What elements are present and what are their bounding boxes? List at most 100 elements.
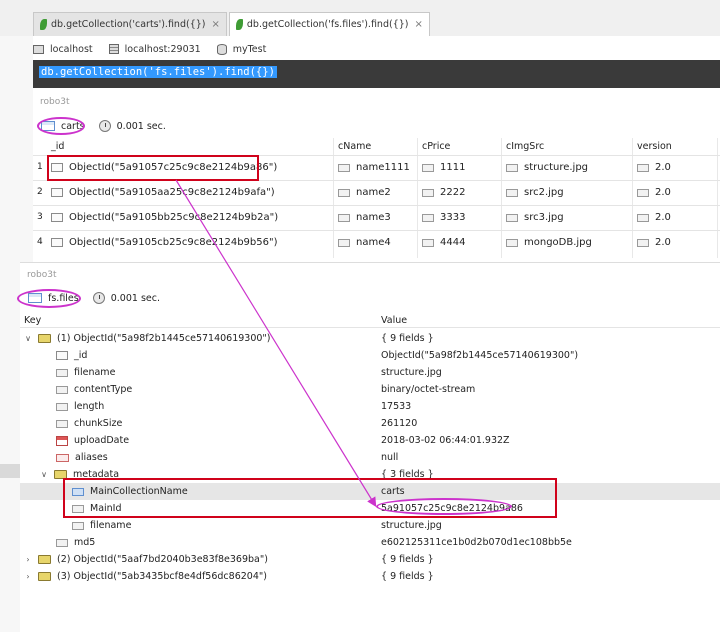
cell-cname: name2 — [338, 187, 391, 198]
cell-id: ObjectId("5a9105aa25c9c8e2124b9afa") — [51, 187, 275, 198]
tab-strip: db.getCollection('carts').find({}) × db.… — [33, 12, 432, 36]
tree-row[interactable]: _id ObjectId("5a98f2b1445ce57140619300") — [20, 347, 720, 364]
string-icon — [72, 504, 84, 513]
cell-cimgsrc: structure.jpg — [506, 162, 588, 173]
close-icon[interactable]: × — [414, 19, 422, 30]
chevron-right-icon[interactable]: › — [24, 555, 32, 564]
column-header-value[interactable]: Value — [381, 315, 407, 326]
database-label: myTest — [232, 43, 267, 55]
tree-row[interactable]: aliases null — [20, 449, 720, 466]
document-icon — [51, 188, 63, 197]
string-icon — [637, 213, 649, 222]
document-icon — [51, 163, 63, 172]
connection-host[interactable]: localhost — [33, 44, 93, 55]
tree-header: Key Value — [20, 312, 720, 328]
column-header-cname[interactable]: cName — [338, 141, 371, 152]
cell-cprice: 2222 — [422, 187, 465, 198]
column-header-cprice[interactable]: cPrice — [422, 141, 450, 152]
string-icon — [338, 163, 350, 172]
string-icon — [506, 213, 518, 222]
collection-icon — [28, 293, 42, 303]
collection-name[interactable]: carts — [61, 121, 85, 132]
tab-label: db.getCollection('fs.files').find({}) — [246, 19, 409, 30]
database-icon — [216, 43, 227, 55]
calendar-icon — [56, 435, 68, 446]
string-icon — [56, 368, 68, 377]
chevron-down-icon[interactable]: ∨ — [40, 470, 48, 479]
tab-bar: db.getCollection('carts').find({}) × db.… — [0, 0, 720, 36]
close-icon[interactable]: × — [212, 19, 220, 30]
string-icon — [506, 188, 518, 197]
table-row[interactable]: 1 ObjectId("5a91057c25c9c8e2124b9a86") n… — [33, 155, 720, 180]
tree-row[interactable]: contentType binary/octet-stream — [20, 381, 720, 398]
chevron-right-icon[interactable]: › — [24, 572, 32, 581]
tree-row[interactable]: md5 e602125311ce1b0d2b070d1ec108bb5e — [20, 534, 720, 551]
cell-cprice: 1111 — [422, 162, 465, 173]
leaf-icon — [40, 19, 47, 30]
object-icon — [38, 572, 51, 581]
tree-row[interactable]: filename structure.jpg — [20, 517, 720, 534]
query-time: 0.001 sec. — [110, 292, 160, 304]
cell-version: 2.0 — [637, 187, 671, 198]
column-header-version[interactable]: version — [637, 141, 672, 152]
document-icon — [51, 213, 63, 222]
column-header-id[interactable]: _id — [51, 141, 64, 152]
collection-name[interactable]: fs.files — [48, 293, 79, 304]
cell-cprice: 4444 — [422, 237, 465, 248]
document-icon — [51, 238, 63, 247]
tree-row[interactable]: › (2) ObjectId("5aaf7bd2040b3e83f8e369ba"… — [20, 551, 720, 568]
number-icon — [422, 213, 434, 222]
table-row[interactable]: 3 ObjectId("5a9105bb25c9c8e2124b9b2a") n… — [33, 205, 720, 230]
cell-id: ObjectId("5a9105bb25c9c8e2124b9b2a") — [51, 212, 278, 223]
cell-version: 2.0 — [637, 162, 671, 173]
string-icon — [506, 238, 518, 247]
cell-id: ObjectId("5a9105cb25c9c8e2124b9b56") — [51, 237, 277, 248]
tree-row[interactable]: ∨ metadata { 3 fields } — [20, 466, 720, 483]
string-icon — [72, 521, 84, 530]
null-icon — [56, 453, 69, 462]
query-editor[interactable]: db.getCollection('fs.files').find({}) — [33, 60, 720, 88]
tree-row[interactable]: filename structure.jpg — [20, 364, 720, 381]
results-panel-carts: robo3t carts 0.001 sec. _id cName cPrice… — [33, 90, 720, 260]
objectid-icon — [56, 351, 68, 360]
table-row[interactable]: 4 ObjectId("5a9105cb25c9c8e2124b9b56") n… — [33, 230, 720, 255]
number-icon — [422, 188, 434, 197]
cell-version: 2.0 — [637, 237, 671, 248]
connection-database[interactable]: myTest — [216, 43, 267, 55]
tree-row[interactable]: length 17533 — [20, 398, 720, 415]
panel-label: robo3t — [40, 97, 70, 107]
string-icon — [637, 188, 649, 197]
query-text[interactable]: db.getCollection('fs.files').find({}) — [39, 66, 277, 78]
tab-carts-query[interactable]: db.getCollection('carts').find({}) × — [33, 12, 227, 36]
server-label: localhost:29031 — [124, 43, 201, 55]
tab-fs-files-query[interactable]: db.getCollection('fs.files').find({}) × — [228, 12, 430, 36]
tree-row[interactable]: uploadDate 2018-03-02 06:44:01.932Z — [20, 432, 720, 449]
tree-row[interactable]: chunkSize 261120 — [20, 415, 720, 432]
int-icon — [56, 402, 68, 411]
tree-row[interactable]: MainId 5a91057c25c9c8e2124b9a86 — [20, 500, 720, 517]
table-row[interactable]: 2 ObjectId("5a9105aa25c9c8e2124b9afa") n… — [33, 180, 720, 205]
row-number: 4 — [37, 237, 43, 247]
tree-row[interactable]: › (3) ObjectId("5ab3435bcf8e4df56dc86204"… — [20, 568, 720, 585]
number-icon — [422, 163, 434, 172]
int-icon — [56, 419, 68, 428]
column-header-key[interactable]: Key — [24, 315, 41, 326]
results-toolbar: fs.files 0.001 sec. — [28, 292, 160, 304]
cell-cname: name3 — [338, 212, 391, 223]
string-icon — [506, 163, 518, 172]
cell-cimgsrc: src2.jpg — [506, 187, 564, 198]
object-icon — [54, 470, 67, 479]
cell-version: 2.0 — [637, 212, 671, 223]
object-icon — [38, 555, 51, 564]
tree-row[interactable]: ∨ (1) ObjectId("5a98f2b1445ce57140619300"… — [20, 330, 720, 347]
row-number: 2 — [37, 187, 43, 197]
chevron-down-icon[interactable]: ∨ — [24, 334, 32, 343]
host-label: localhost — [50, 43, 93, 55]
results-panel-fs-files: robo3t fs.files 0.001 sec. Key Value ∨ (1… — [20, 262, 720, 632]
column-header-cimgsrc[interactable]: cImgSrc — [506, 141, 544, 152]
cell-id: ObjectId("5a91057c25c9c8e2124b9a86") — [51, 162, 277, 173]
connection-server[interactable]: localhost:29031 — [108, 43, 201, 55]
left-gutter — [0, 36, 33, 262]
clock-icon — [98, 120, 111, 132]
tree-row-selected[interactable]: MainCollectionName carts — [20, 483, 720, 500]
